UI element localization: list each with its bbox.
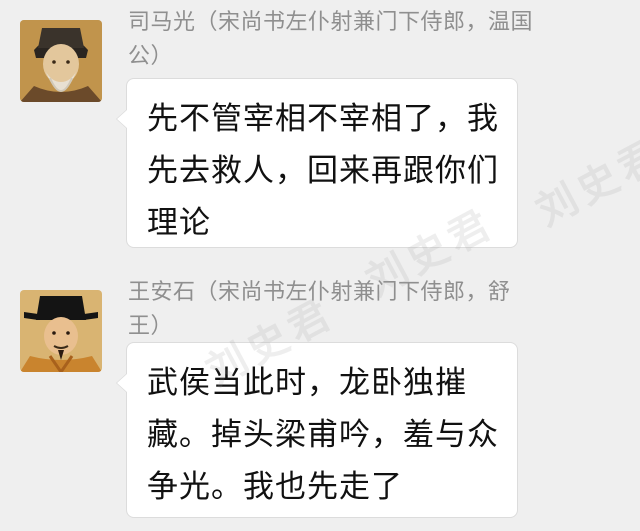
chat-view: 司马光（宋尚书左仆射兼门下侍郎，温国公） 先不管宰相不宰相了，我先去救人，回来再…: [0, 0, 640, 531]
chat-message: 王安石（宋尚书左仆射兼门下侍郎，舒王） 武侯当此时，龙卧独摧藏。掉头梁甫吟，羞与…: [0, 270, 640, 531]
sender-name: 司马光（宋尚书左仆射兼门下侍郎，温国公）: [128, 10, 534, 69]
sender-avatar[interactable]: [20, 20, 102, 102]
portrait-avatar-icon: [20, 20, 102, 102]
message-bubble[interactable]: 先不管宰相不宰相了，我先去救人，回来再跟你们理论: [116, 78, 518, 248]
message-bubble[interactable]: 武侯当此时，龙卧独摧藏。掉头梁甫吟，羞与众争光。我也先走了: [116, 342, 518, 518]
chat-message: 司马光（宋尚书左仆射兼门下侍郎，温国公） 先不管宰相不宰相了，我先去救人，回来再…: [0, 0, 640, 260]
portrait-avatar-icon: [20, 290, 102, 372]
sender-name: 王安石（宋尚书左仆射兼门下侍郎，舒王）: [128, 280, 511, 339]
sender-avatar[interactable]: [20, 290, 102, 372]
